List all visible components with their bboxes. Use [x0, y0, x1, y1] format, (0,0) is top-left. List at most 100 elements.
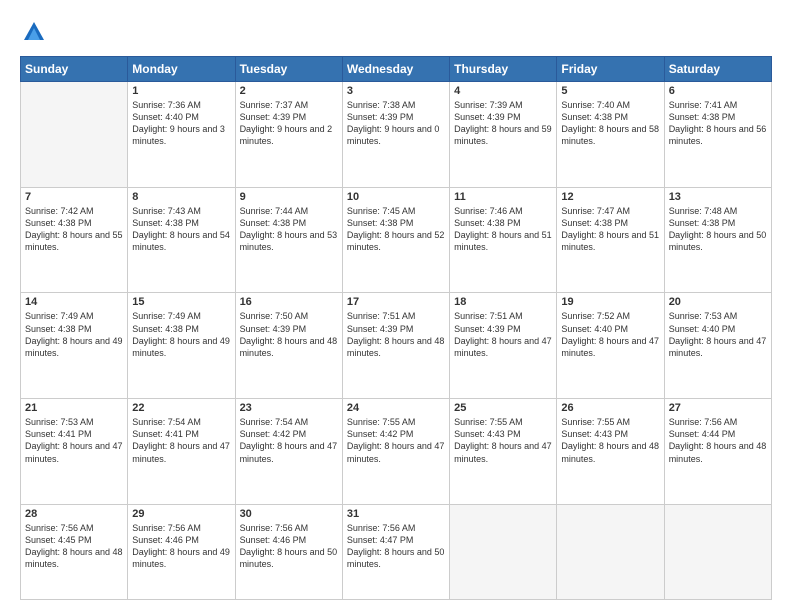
- calendar-cell: 2 Sunrise: 7:37 AMSunset: 4:39 PMDaylight…: [235, 82, 342, 188]
- cell-info: Sunrise: 7:53 AMSunset: 4:41 PMDaylight:…: [25, 416, 123, 465]
- calendar-day-header: Monday: [128, 57, 235, 82]
- day-number: 9: [240, 191, 338, 203]
- calendar-cell: 27 Sunrise: 7:56 AMSunset: 4:44 PMDayligh…: [664, 399, 771, 505]
- calendar-header-row: SundayMondayTuesdayWednesdayThursdayFrid…: [21, 57, 772, 82]
- calendar-day-header: Saturday: [664, 57, 771, 82]
- calendar-cell: 15 Sunrise: 7:49 AMSunset: 4:38 PMDayligh…: [128, 293, 235, 399]
- day-number: 10: [347, 191, 445, 203]
- calendar-cell: 8 Sunrise: 7:43 AMSunset: 4:38 PMDaylight…: [128, 187, 235, 293]
- calendar-cell: 9 Sunrise: 7:44 AMSunset: 4:38 PMDaylight…: [235, 187, 342, 293]
- cell-info: Sunrise: 7:44 AMSunset: 4:38 PMDaylight:…: [240, 205, 338, 254]
- day-number: 8: [132, 191, 230, 203]
- calendar-cell: 25Sunrise: 7:55 AMSunset: 4:43 PMDayligh…: [450, 399, 557, 505]
- cell-info: Sunrise: 7:36 AMSunset: 4:40 PMDaylight:…: [132, 99, 230, 148]
- cell-info: Sunrise: 7:55 AMSunset: 4:43 PMDaylight:…: [561, 416, 659, 465]
- cell-info: Sunrise: 7:56 AMSunset: 4:46 PMDaylight:…: [240, 522, 338, 571]
- logo-icon: [20, 18, 48, 46]
- day-number: 3: [347, 85, 445, 97]
- calendar-cell: 16Sunrise: 7:50 AMSunset: 4:39 PMDayligh…: [235, 293, 342, 399]
- calendar-cell: 20 Sunrise: 7:53 AMSunset: 4:40 PMDayligh…: [664, 293, 771, 399]
- calendar-cell: 4 Sunrise: 7:39 AMSunset: 4:39 PMDaylight…: [450, 82, 557, 188]
- day-number: 22: [132, 402, 230, 414]
- day-number: 21: [25, 402, 123, 414]
- day-number: 17: [347, 296, 445, 308]
- calendar-cell: 19Sunrise: 7:52 AMSunset: 4:40 PMDayligh…: [557, 293, 664, 399]
- calendar-week-row: 14 Sunrise: 7:49 AMSunset: 4:38 PMDayligh…: [21, 293, 772, 399]
- cell-info: Sunrise: 7:45 AMSunset: 4:38 PMDaylight:…: [347, 205, 445, 254]
- calendar-cell: [664, 504, 771, 599]
- calendar-cell: 5 Sunrise: 7:40 AMSunset: 4:38 PMDaylight…: [557, 82, 664, 188]
- cell-info: Sunrise: 7:51 AMSunset: 4:39 PMDaylight:…: [347, 310, 445, 359]
- day-number: 30: [240, 508, 338, 520]
- day-number: 15: [132, 296, 230, 308]
- calendar-cell: 1 Sunrise: 7:36 AMSunset: 4:40 PMDaylight…: [128, 82, 235, 188]
- calendar-week-row: 21 Sunrise: 7:53 AMSunset: 4:41 PMDayligh…: [21, 399, 772, 505]
- calendar-day-header: Friday: [557, 57, 664, 82]
- day-number: 20: [669, 296, 767, 308]
- calendar-cell: 26 Sunrise: 7:55 AMSunset: 4:43 PMDayligh…: [557, 399, 664, 505]
- calendar-cell: 12Sunrise: 7:47 AMSunset: 4:38 PMDayligh…: [557, 187, 664, 293]
- calendar-cell: [557, 504, 664, 599]
- calendar-day-header: Sunday: [21, 57, 128, 82]
- cell-info: Sunrise: 7:56 AMSunset: 4:44 PMDaylight:…: [669, 416, 767, 465]
- day-number: 18: [454, 296, 552, 308]
- day-number: 2: [240, 85, 338, 97]
- day-number: 27: [669, 402, 767, 414]
- day-number: 24: [347, 402, 445, 414]
- cell-info: Sunrise: 7:55 AMSunset: 4:42 PMDaylight:…: [347, 416, 445, 465]
- cell-info: Sunrise: 7:48 AMSunset: 4:38 PMDaylight:…: [669, 205, 767, 254]
- day-number: 26: [561, 402, 659, 414]
- calendar-cell: 31Sunrise: 7:56 AMSunset: 4:47 PMDayligh…: [342, 504, 449, 599]
- calendar-cell: 13 Sunrise: 7:48 AMSunset: 4:38 PMDayligh…: [664, 187, 771, 293]
- cell-info: Sunrise: 7:51 AMSunset: 4:39 PMDaylight:…: [454, 310, 552, 359]
- calendar-day-header: Wednesday: [342, 57, 449, 82]
- day-number: 29: [132, 508, 230, 520]
- page-header: [20, 18, 772, 46]
- cell-info: Sunrise: 7:49 AMSunset: 4:38 PMDaylight:…: [132, 310, 230, 359]
- calendar-cell: 21 Sunrise: 7:53 AMSunset: 4:41 PMDayligh…: [21, 399, 128, 505]
- calendar-cell: 18 Sunrise: 7:51 AMSunset: 4:39 PMDayligh…: [450, 293, 557, 399]
- day-number: 13: [669, 191, 767, 203]
- calendar-cell: 10 Sunrise: 7:45 AMSunset: 4:38 PMDayligh…: [342, 187, 449, 293]
- calendar-cell: 23Sunrise: 7:54 AMSunset: 4:42 PMDayligh…: [235, 399, 342, 505]
- cell-info: Sunrise: 7:54 AMSunset: 4:41 PMDaylight:…: [132, 416, 230, 465]
- calendar-cell: 29Sunrise: 7:56 AMSunset: 4:46 PMDayligh…: [128, 504, 235, 599]
- calendar-week-row: 1 Sunrise: 7:36 AMSunset: 4:40 PMDaylight…: [21, 82, 772, 188]
- calendar-cell: [450, 504, 557, 599]
- calendar-cell: 17 Sunrise: 7:51 AMSunset: 4:39 PMDayligh…: [342, 293, 449, 399]
- calendar-cell: 11Sunrise: 7:46 AMSunset: 4:38 PMDayligh…: [450, 187, 557, 293]
- cell-info: Sunrise: 7:40 AMSunset: 4:38 PMDaylight:…: [561, 99, 659, 148]
- calendar-cell: [21, 82, 128, 188]
- day-number: 4: [454, 85, 552, 97]
- calendar-day-header: Tuesday: [235, 57, 342, 82]
- cell-info: Sunrise: 7:49 AMSunset: 4:38 PMDaylight:…: [25, 310, 123, 359]
- calendar-cell: 14 Sunrise: 7:49 AMSunset: 4:38 PMDayligh…: [21, 293, 128, 399]
- cell-info: Sunrise: 7:39 AMSunset: 4:39 PMDaylight:…: [454, 99, 552, 148]
- calendar-cell: 28 Sunrise: 7:56 AMSunset: 4:45 PMDayligh…: [21, 504, 128, 599]
- calendar-table: SundayMondayTuesdayWednesdayThursdayFrid…: [20, 56, 772, 600]
- day-number: 11: [454, 191, 552, 203]
- cell-info: Sunrise: 7:50 AMSunset: 4:39 PMDaylight:…: [240, 310, 338, 359]
- logo: [20, 18, 50, 46]
- day-number: 14: [25, 296, 123, 308]
- day-number: 7: [25, 191, 123, 203]
- cell-info: Sunrise: 7:47 AMSunset: 4:38 PMDaylight:…: [561, 205, 659, 254]
- calendar-cell: 24 Sunrise: 7:55 AMSunset: 4:42 PMDayligh…: [342, 399, 449, 505]
- cell-info: Sunrise: 7:56 AMSunset: 4:47 PMDaylight:…: [347, 522, 445, 571]
- calendar-day-header: Thursday: [450, 57, 557, 82]
- cell-info: Sunrise: 7:56 AMSunset: 4:45 PMDaylight:…: [25, 522, 123, 571]
- cell-info: Sunrise: 7:38 AMSunset: 4:39 PMDaylight:…: [347, 99, 445, 148]
- cell-info: Sunrise: 7:53 AMSunset: 4:40 PMDaylight:…: [669, 310, 767, 359]
- day-number: 1: [132, 85, 230, 97]
- calendar-cell: 30 Sunrise: 7:56 AMSunset: 4:46 PMDayligh…: [235, 504, 342, 599]
- day-number: 5: [561, 85, 659, 97]
- cell-info: Sunrise: 7:37 AMSunset: 4:39 PMDaylight:…: [240, 99, 338, 148]
- calendar-cell: 22 Sunrise: 7:54 AMSunset: 4:41 PMDayligh…: [128, 399, 235, 505]
- day-number: 23: [240, 402, 338, 414]
- cell-info: Sunrise: 7:43 AMSunset: 4:38 PMDaylight:…: [132, 205, 230, 254]
- cell-info: Sunrise: 7:42 AMSunset: 4:38 PMDaylight:…: [25, 205, 123, 254]
- cell-info: Sunrise: 7:41 AMSunset: 4:38 PMDaylight:…: [669, 99, 767, 148]
- day-number: 28: [25, 508, 123, 520]
- day-number: 6: [669, 85, 767, 97]
- calendar-cell: 7 Sunrise: 7:42 AMSunset: 4:38 PMDaylight…: [21, 187, 128, 293]
